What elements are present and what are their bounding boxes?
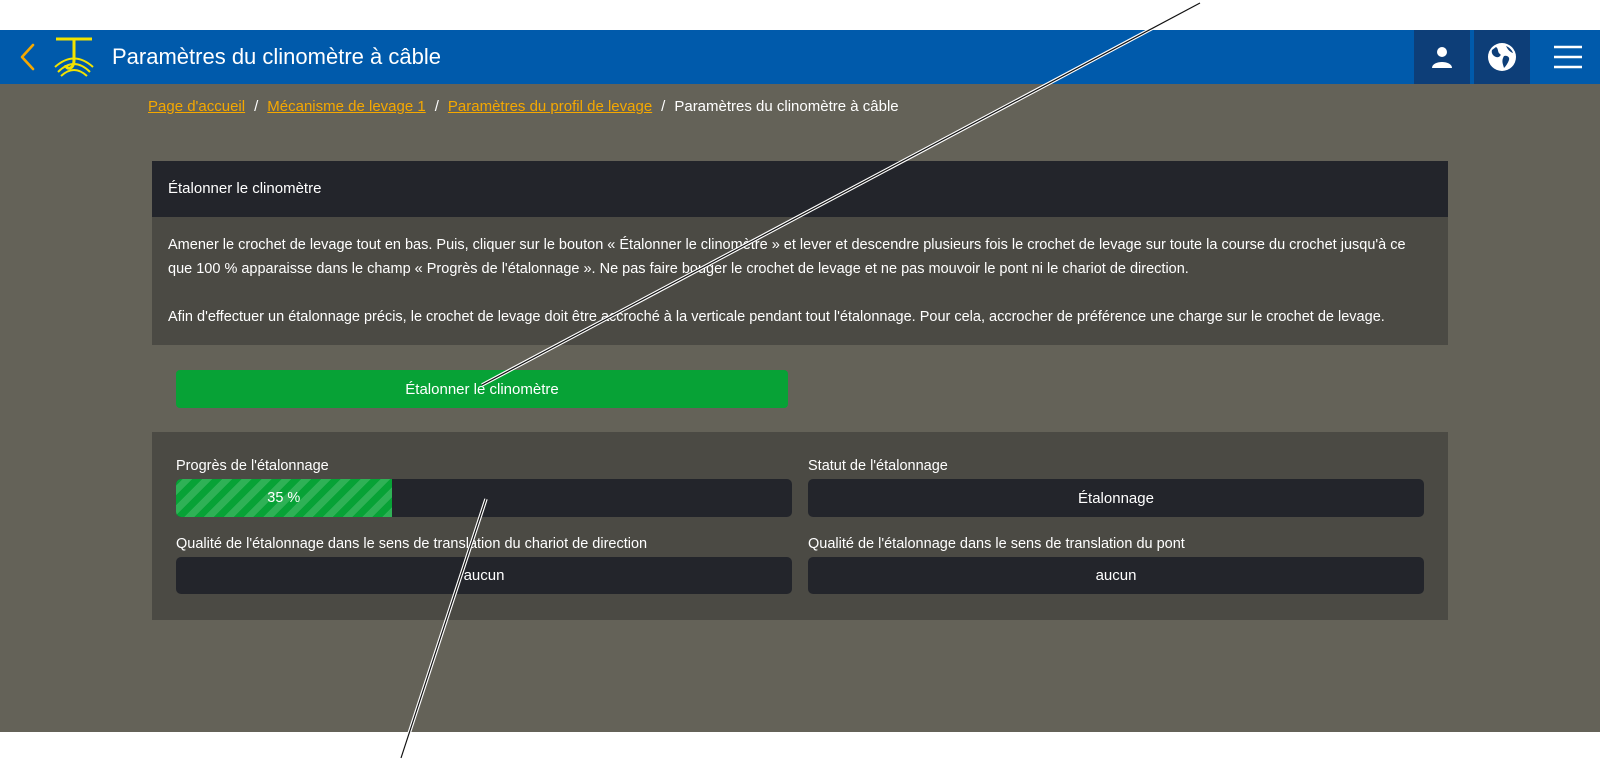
calibration-progress-bar: 35 % [176, 479, 792, 517]
quality-bridge-value: aucun [808, 557, 1424, 594]
main-content: Page d'accueil / Mécanisme de levage 1 / Par… [0, 84, 1600, 732]
calibrate-button[interactable]: Étalonner le clinomètre [176, 370, 788, 408]
quality-trolley-value: aucun [176, 557, 792, 594]
calibrate-card: Étalonner le clinomètre Amener le croche… [152, 161, 1448, 345]
calibrate-card-title: Étalonner le clinomètre [152, 161, 1448, 217]
quality-trolley-label: Qualité de l'étalonnage dans le sens de … [176, 536, 648, 552]
calibrate-instructions: Amener le crochet de levage tout en bas.… [152, 217, 1448, 329]
status-value: Étalonnage [808, 479, 1424, 517]
breadcrumb-separator: / [434, 98, 439, 115]
chevron-left-icon [20, 43, 35, 71]
back-button[interactable] [14, 40, 40, 74]
page-title: Paramètres du clinomètre à câble [112, 44, 441, 69]
top-navbar: Paramètres du clinomètre à câble [0, 30, 1600, 84]
instructions-paragraph: Afin d'effectuer un étalonnage précis, l… [168, 309, 1385, 325]
language-button[interactable] [1474, 30, 1530, 84]
breadcrumb: Page d'accueil / Mécanisme de levage 1 / Par… [148, 98, 899, 115]
breadcrumb-separator: / [661, 98, 666, 115]
hamburger-menu-icon [1554, 45, 1582, 69]
user-button[interactable] [1414, 30, 1470, 84]
quality-bridge-label: Qualité de l'étalonnage dans le sens de … [808, 536, 1185, 552]
hamburger-menu-button[interactable] [1546, 30, 1590, 84]
progress-label: Progrès de l'étalonnage [176, 458, 329, 474]
status-label: Statut de l'étalonnage [808, 458, 948, 474]
breadcrumb-current: Paramètres du clinomètre à câble [674, 98, 899, 115]
progress-fill: 35 % [176, 479, 392, 517]
breadcrumb-link-hoist-profile-settings[interactable]: Paramètres du profil de levage [448, 98, 652, 115]
calibration-status-card: Progrès de l'étalonnage 35 % Statut de l… [152, 432, 1448, 620]
globe-icon [1488, 43, 1516, 71]
breadcrumb-link-hoist-mechanism[interactable]: Mécanisme de levage 1 [267, 98, 425, 115]
user-icon [1432, 47, 1452, 68]
crane-hook-logo [54, 36, 94, 78]
instructions-paragraph: Amener le crochet de levage tout en bas.… [168, 237, 1406, 277]
breadcrumb-separator: / [254, 98, 259, 115]
breadcrumb-link-home[interactable]: Page d'accueil [148, 98, 245, 115]
